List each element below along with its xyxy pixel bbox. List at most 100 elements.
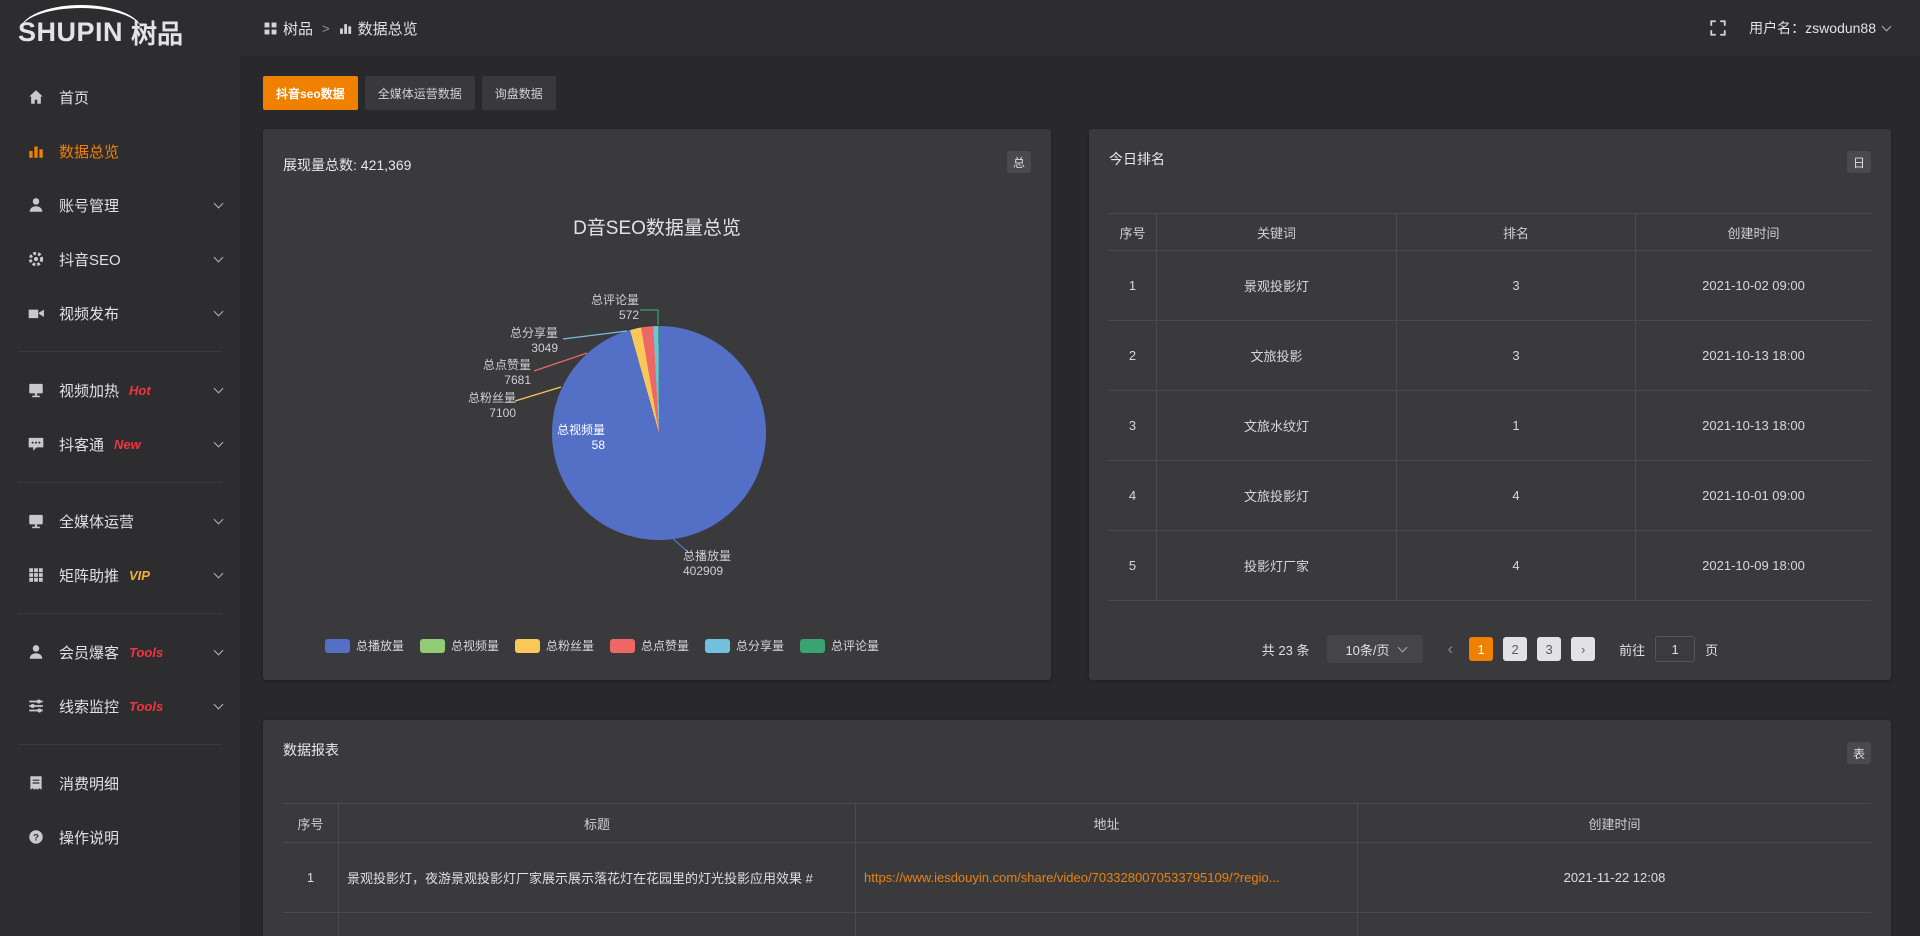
new-tag: New	[114, 437, 141, 452]
legend-swatch	[705, 639, 730, 653]
main-content: 抖音seo数据 全媒体运营数据 询盘数据 展现量总数: 421,369 总 D音…	[240, 56, 1920, 936]
table-row: 2 文旅投影 3 2021-10-13 18:00	[1109, 321, 1871, 391]
legend-item-comments[interactable]: 总评论量	[800, 637, 879, 654]
report-card-title: 数据报表	[283, 740, 339, 760]
sidebar-item-instructions[interactable]: ? 操作说明	[0, 810, 240, 864]
page-button-1[interactable]: 1	[1469, 637, 1493, 661]
data-report-card: 数据报表 表 序号 标题 地址 创建时间 1 景观投影灯，夜游景观投影灯厂家展示…	[263, 720, 1891, 936]
legend-item-plays[interactable]: 总播放量	[325, 637, 404, 654]
tools-tag: Tools	[129, 699, 163, 714]
table-row: 5 投影灯厂家 4 2021-10-09 18:00	[1109, 531, 1871, 601]
tab-omnimedia-data[interactable]: 全媒体运营数据	[365, 76, 475, 110]
help-icon: ?	[27, 828, 45, 846]
sidebar-item-home[interactable]: 首页	[0, 70, 240, 124]
chat-icon	[27, 435, 45, 453]
window-grid-icon	[264, 22, 277, 35]
breadcrumb: 树品 > 数据总览	[264, 18, 418, 39]
pie-label-shares: 总分享量3049	[478, 326, 558, 356]
tab-douyin-seo-data[interactable]: 抖音seo数据	[263, 76, 358, 110]
home-icon	[27, 88, 45, 106]
goto-label: 前往	[1619, 640, 1645, 659]
tab-inquiry-data[interactable]: 询盘数据	[482, 76, 556, 110]
legend-swatch	[610, 639, 635, 653]
sidebar-item-omnimedia[interactable]: 全媒体运营	[0, 494, 240, 548]
sidebar-item-account[interactable]: 账号管理	[0, 178, 240, 232]
chevron-down-icon	[214, 646, 224, 656]
day-badge[interactable]: 日	[1847, 151, 1871, 173]
sidebar-item-doukotong[interactable]: 抖客通 New	[0, 417, 240, 471]
legend-item-shares[interactable]: 总分享量	[705, 637, 784, 654]
sidebar-item-video-heat[interactable]: 视频加热 Hot	[0, 363, 240, 417]
sidebar-item-data-overview[interactable]: 数据总览	[0, 124, 240, 178]
today-ranking-card: 今日排名 日 序号 关键词 排名 创建时间 1 景观投影灯 3 2021-10-…	[1089, 129, 1891, 680]
sidebar-divider	[18, 613, 222, 614]
sidebar-item-matrix-boost[interactable]: 矩阵助推 VIP	[0, 548, 240, 602]
table-row: 4 文旅投影灯 4 2021-10-01 09:00	[1109, 461, 1871, 531]
data-tabs: 抖音seo数据 全媒体运营数据 询盘数据	[263, 76, 1892, 110]
breadcrumb-item-home[interactable]: 树品	[264, 18, 313, 39]
sidebar-item-member-burst[interactable]: 会员爆客 Tools	[0, 625, 240, 679]
sidebar-divider	[18, 744, 222, 745]
logo[interactable]: SHUPIN 树品	[0, 0, 240, 56]
sidebar-item-label: 抖客通	[59, 434, 104, 455]
legend-item-likes[interactable]: 总点赞量	[610, 637, 689, 654]
pagination: 共 23 条 10条/页 ‹ 1 2 3 › 前往 页	[1089, 635, 1891, 663]
screen-icon	[27, 512, 45, 530]
sidebar-item-label: 矩阵助推	[59, 565, 119, 586]
username-label: 用户名：zswodun88	[1749, 18, 1876, 38]
sidebar-item-label: 视频发布	[59, 303, 119, 324]
chevron-down-icon	[214, 253, 224, 263]
goto-page-input[interactable]	[1655, 636, 1695, 662]
user-menu[interactable]: 用户名：zswodun88	[1749, 18, 1890, 38]
breadcrumb-label: 数据总览	[358, 18, 418, 39]
table-row: 1 景观投影灯，夜游景观投影灯厂家展示展示落花灯在花园里的灯光投影应用效果 # …	[283, 843, 1871, 913]
sidebar-item-label: 会员爆客	[59, 642, 119, 663]
report-title-cell: 景观投影灯，夜游景观投影灯厂家展示展示落花灯在花园里的灯光投影应用效果 #	[338, 843, 855, 912]
logo-suffix: 树品	[131, 14, 183, 51]
fullscreen-icon[interactable]	[1709, 19, 1727, 37]
total-badge[interactable]: 总	[1007, 151, 1031, 173]
logo-arc-icon	[20, 5, 142, 31]
video-url-link[interactable]: https://www.iesdouyin.com/share/video/70…	[864, 870, 1280, 885]
sidebar-item-lead-monitor[interactable]: 线索监控 Tools	[0, 679, 240, 733]
chevron-down-icon	[1882, 22, 1892, 32]
table-row-partial	[283, 913, 1871, 936]
pie-label-likes: 总点赞量7681	[451, 358, 531, 388]
chevron-down-icon	[214, 438, 224, 448]
prev-page-button[interactable]: ‹	[1441, 639, 1459, 659]
topbar: SHUPIN 树品 树品 > 数据总览 用户名：zswo	[0, 0, 1920, 56]
chevron-down-icon	[1397, 643, 1407, 653]
cards-row: 展现量总数: 421,369 总 D音SEO数据量总览 总评论量572 总分享量…	[263, 129, 1892, 680]
sidebar-item-label: 抖音SEO	[59, 249, 121, 270]
bar-chart-icon	[27, 142, 45, 160]
page-button-2[interactable]: 2	[1503, 637, 1527, 661]
sidebar-divider	[18, 482, 222, 483]
sidebar-item-video-publish[interactable]: 视频发布	[0, 286, 240, 340]
breadcrumb-item-current[interactable]: 数据总览	[339, 18, 418, 39]
page-unit-label: 页	[1705, 640, 1718, 659]
next-page-button[interactable]: ›	[1571, 637, 1595, 661]
sidebar-item-douyin-seo[interactable]: 抖音SEO	[0, 232, 240, 286]
legend-item-fans[interactable]: 总粉丝量	[515, 637, 594, 654]
mini-bar-chart-icon	[339, 22, 352, 35]
chevron-down-icon	[214, 569, 224, 579]
sidebar-item-label: 账号管理	[59, 195, 119, 216]
sidebar-item-label: 首页	[59, 87, 89, 108]
table-badge[interactable]: 表	[1847, 742, 1871, 764]
bill-icon	[27, 774, 45, 792]
chart-legend: 总播放量 总视频量 总粉丝量 总点赞量 总分享量 总评论量	[263, 637, 1051, 654]
legend-swatch	[800, 639, 825, 653]
topbar-right: 用户名：zswodun88	[1709, 18, 1890, 38]
legend-swatch	[515, 639, 540, 653]
page-size-select[interactable]: 10条/页	[1327, 635, 1423, 663]
sidebar-item-label: 操作说明	[59, 827, 119, 848]
monitor-icon	[27, 381, 45, 399]
page-button-3[interactable]: 3	[1537, 637, 1561, 661]
pie-label-videos: 总视频量58	[525, 423, 605, 453]
legend-swatch	[420, 639, 445, 653]
legend-item-videos[interactable]: 总视频量	[420, 637, 499, 654]
pie-label-comments: 总评论量572	[559, 293, 639, 323]
sidebar-item-label: 消费明细	[59, 773, 119, 794]
member-icon	[27, 643, 45, 661]
sidebar-item-expense-detail[interactable]: 消费明细	[0, 756, 240, 810]
